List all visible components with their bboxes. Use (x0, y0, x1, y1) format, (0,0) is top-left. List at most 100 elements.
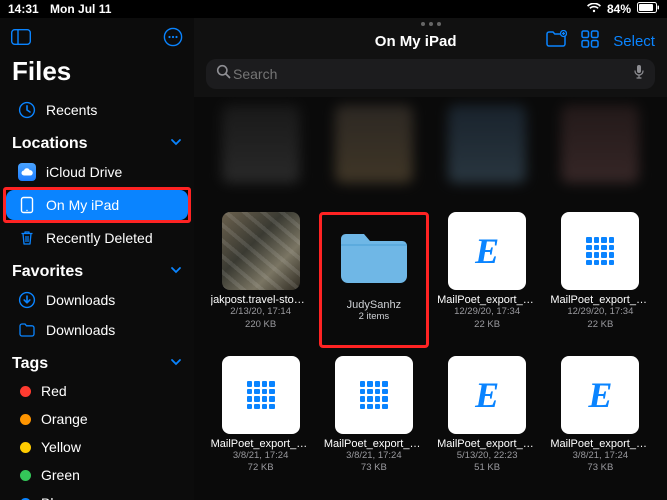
document-icon: E (448, 212, 526, 290)
select-button[interactable]: Select (613, 33, 655, 50)
sidebar-item-label: Downloads (46, 322, 176, 338)
sidebar-toggle-icon[interactable] (12, 28, 30, 46)
file-name: MailPoet_export_3ymh...804w0 (324, 438, 424, 450)
document-icon: E (561, 356, 639, 434)
main-content: On My iPad Select (194, 18, 667, 500)
sidebar-tag-green[interactable]: Green (6, 461, 188, 489)
file-meta: 3/8/21, 17:24 (346, 450, 401, 462)
download-icon (18, 291, 36, 309)
file-item-doc[interactable]: E MailPoet_export_491ch...dpks4 3/8/21, … (546, 356, 655, 492)
clock-icon (18, 101, 36, 119)
app-title: Files (12, 56, 194, 87)
ipad-icon (18, 196, 36, 214)
sidebar-item-label: Downloads (46, 292, 176, 308)
sidebar-item-label: Yellow (41, 439, 176, 455)
file-meta: 12/29/20, 17:34 (567, 306, 633, 318)
sidebar-item-label: Orange (41, 411, 176, 427)
file-grid[interactable]: jakpost.travel-stone-i...53335 2/13/20, … (194, 97, 667, 500)
file-meta: 2/13/20, 17:14 (230, 306, 291, 318)
tag-dot-icon (20, 442, 31, 453)
tag-dot-icon (20, 386, 31, 397)
sidebar: Files Recents Locations iCloud Drive On … (0, 18, 194, 500)
file-item-doc[interactable]: MailPoet_export_3ymh...804w0 3/8/21, 17:… (319, 356, 428, 492)
section-tags[interactable]: Tags (0, 345, 194, 377)
file-item-image[interactable]: jakpost.travel-stone-i...53335 2/13/20, … (206, 212, 315, 348)
sidebar-tag-blue[interactable]: Blue (6, 489, 188, 500)
file-item-doc[interactable]: MailPoet_export_2d1k1...pw4g0 12/29/20, … (546, 212, 655, 348)
screenshot-callout-border: JudySanhz 2 items (319, 212, 428, 348)
battery-percent: 84% (607, 2, 631, 16)
battery-icon (637, 2, 659, 16)
file-name: MailPoet_export_3ddli...80wo0 (211, 438, 311, 450)
file-item[interactable] (433, 105, 542, 204)
file-meta: 5/13/20, 22:23 (457, 450, 518, 462)
file-size: 73 KB (361, 462, 387, 474)
file-size: 73 KB (587, 462, 613, 474)
folder-item[interactable]: JudySanhz 2 items (324, 217, 423, 323)
sidebar-item-label: Blue (41, 495, 176, 500)
multitask-dots-icon[interactable] (194, 18, 667, 30)
status-time: 14:31 (8, 2, 39, 16)
file-item-doc[interactable]: E MailPoet_export_4ayn...r0ock9 5/13/20,… (433, 356, 542, 492)
file-name: MailPoet_export_1fqfiv...iv48f8 (437, 294, 537, 306)
status-bar: 14:31 Mon Jul 11 84% (0, 0, 667, 18)
file-name: jakpost.travel-stone-i...53335 (211, 294, 311, 306)
page-title: On My iPad (375, 33, 457, 50)
sidebar-item-recently-deleted[interactable]: Recently Deleted (6, 223, 188, 253)
tag-dot-icon (20, 470, 31, 481)
icloud-icon (18, 163, 36, 181)
file-meta: 2 items (359, 311, 390, 323)
spreadsheet-icon (222, 356, 300, 434)
file-meta: 12/29/20, 17:34 (454, 306, 520, 318)
file-size: 22 KB (474, 319, 500, 331)
sidebar-item-label: Recently Deleted (46, 230, 176, 246)
search-icon (216, 64, 231, 84)
sidebar-tag-red[interactable]: Red (6, 377, 188, 405)
mic-icon[interactable] (633, 64, 645, 85)
file-size: 51 KB (474, 462, 500, 474)
more-icon[interactable] (164, 28, 182, 46)
sidebar-item-icloud-drive[interactable]: iCloud Drive (6, 157, 188, 187)
chevron-down-icon (170, 355, 182, 373)
tag-dot-icon (20, 414, 31, 425)
search-field[interactable] (206, 59, 655, 89)
sidebar-tag-orange[interactable]: Orange (6, 405, 188, 433)
file-name: JudySanhz (347, 299, 401, 311)
file-item[interactable] (206, 105, 315, 204)
document-icon: E (448, 356, 526, 434)
spreadsheet-icon (335, 356, 413, 434)
sidebar-item-downloads[interactable]: Downloads (6, 285, 188, 315)
chevron-down-icon (170, 135, 182, 153)
sidebar-tag-yellow[interactable]: Yellow (6, 433, 188, 461)
sidebar-item-label: iCloud Drive (46, 164, 176, 180)
file-size: 72 KB (248, 462, 274, 474)
grid-view-icon[interactable] (581, 30, 599, 53)
file-size: 220 KB (245, 319, 276, 331)
trash-icon (18, 229, 36, 247)
status-date: Mon Jul 11 (50, 2, 111, 16)
file-item-doc[interactable]: E MailPoet_export_1fqfiv...iv48f8 12/29/… (433, 212, 542, 348)
folder-icon (18, 321, 36, 339)
file-meta: 3/8/21, 17:24 (573, 450, 628, 462)
file-item[interactable] (319, 105, 428, 204)
sidebar-item-label: Recents (46, 102, 176, 118)
sidebar-item-on-my-ipad[interactable]: On My iPad (6, 190, 188, 220)
spreadsheet-icon (561, 212, 639, 290)
sidebar-item-downloads-2[interactable]: Downloads (6, 315, 188, 345)
file-item[interactable] (546, 105, 655, 204)
file-meta: 3/8/21, 17:24 (233, 450, 288, 462)
chevron-down-icon (170, 263, 182, 281)
folder-icon (335, 217, 413, 295)
section-locations[interactable]: Locations (0, 125, 194, 157)
file-name: MailPoet_export_2d1k1...pw4g0 (550, 294, 650, 306)
search-input[interactable] (231, 65, 633, 83)
sidebar-item-recents[interactable]: Recents (6, 95, 188, 125)
sidebar-item-label: On My iPad (46, 197, 176, 213)
file-item-doc[interactable]: MailPoet_export_3ddli...80wo0 3/8/21, 17… (206, 356, 315, 492)
section-favorites[interactable]: Favorites (0, 253, 194, 285)
sidebar-item-label: Green (41, 467, 176, 483)
file-name: MailPoet_export_4ayn...r0ock9 (437, 438, 537, 450)
image-thumbnail (222, 212, 300, 290)
new-folder-icon[interactable] (545, 30, 567, 53)
file-size: 22 KB (587, 319, 613, 331)
